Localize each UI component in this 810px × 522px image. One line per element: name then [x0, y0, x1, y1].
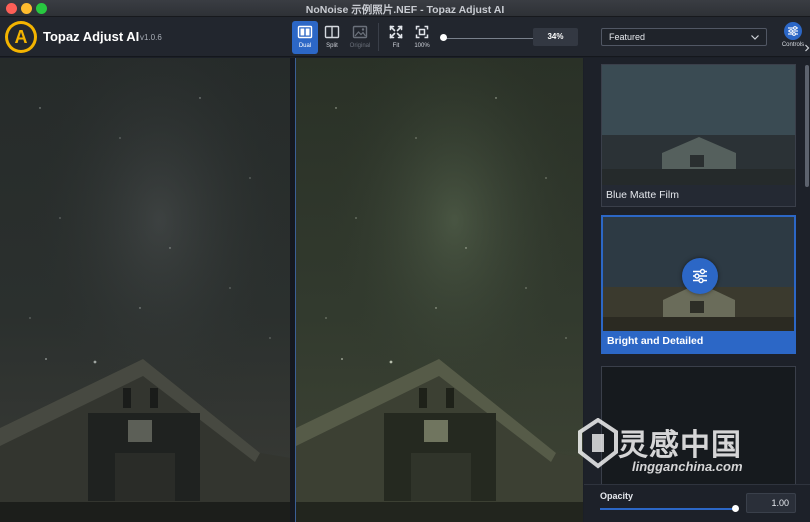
- split-view-button[interactable]: Split: [319, 21, 345, 54]
- zoom-value-field[interactable]: 34%: [533, 28, 578, 46]
- opacity-slider-track[interactable]: [600, 508, 736, 510]
- app-name: Topaz Adjust AI: [43, 29, 140, 44]
- dual-view-icon: [297, 25, 313, 39]
- opacity-label: Opacity: [600, 491, 634, 501]
- preset-thumbnail: [602, 65, 795, 185]
- fit-label: Fit: [392, 43, 400, 49]
- watermark: 灵感中国 lingganchina.com: [574, 414, 784, 484]
- topaz-logo-icon: A: [5, 21, 37, 53]
- preset-card-bright-and-detailed[interactable]: Bright and Detailed: [601, 215, 796, 354]
- sidebar-scrollbar[interactable]: [805, 65, 809, 187]
- watermark-text: 灵感中国: [618, 429, 742, 462]
- adjust-preset-icon[interactable]: [682, 258, 718, 294]
- dual-view-label: Dual: [298, 43, 312, 49]
- zoom-slider-handle[interactable]: [440, 34, 447, 41]
- preset-label: Blue Matte Film: [606, 189, 679, 201]
- original-view-icon: [352, 25, 368, 39]
- original-image-pane[interactable]: [0, 58, 290, 522]
- preset-thumbnail: [603, 217, 794, 331]
- zoom-slider-track[interactable]: [445, 38, 535, 39]
- chevron-down-icon: [751, 35, 759, 40]
- preset-label: Bright and Detailed: [603, 331, 794, 352]
- controls-label: Controls: [781, 42, 805, 48]
- toolbar-separator: [378, 23, 379, 51]
- preset-card-blue-matte-film[interactable]: Blue Matte Film: [601, 64, 796, 207]
- actual-size-label: 100%: [414, 43, 430, 49]
- barn-night-photo: [0, 58, 290, 522]
- preset-category-select[interactable]: Featured: [601, 28, 767, 46]
- dual-view-button[interactable]: Dual: [292, 21, 318, 54]
- fit-button[interactable]: Fit: [383, 21, 409, 54]
- chevron-right-icon: [805, 44, 810, 52]
- preset-category-value: Featured: [609, 32, 646, 42]
- opacity-value-field[interactable]: 1.00: [746, 493, 796, 513]
- actual-size-button[interactable]: 100%: [409, 21, 435, 54]
- logo-letter: A: [8, 24, 34, 50]
- watermark-url: lingganchina.com: [632, 459, 743, 474]
- app-header: A Topaz Adjust AI v1.0.6 Dual Split Orig…: [0, 17, 810, 57]
- app-version: v1.0.6: [140, 33, 162, 42]
- original-view-button[interactable]: Original: [347, 21, 373, 54]
- processed-image-pane[interactable]: [295, 58, 583, 522]
- watermark-logo-icon: [578, 418, 618, 469]
- opacity-slider-handle[interactable]: [732, 505, 739, 512]
- actual-size-icon: [415, 25, 429, 39]
- opacity-control: Opacity 1.00: [584, 484, 810, 522]
- sliders-icon: [784, 22, 802, 40]
- fit-screen-icon: [389, 25, 403, 39]
- original-view-label: Original: [349, 43, 371, 49]
- controls-button[interactable]: Controls: [777, 22, 810, 52]
- split-view-label: Split: [326, 43, 338, 49]
- window-titlebar: NoNoise 示例照片.NEF - Topaz Adjust AI: [0, 0, 810, 17]
- barn-night-photo-processed: [296, 58, 583, 522]
- split-view-icon: [324, 25, 340, 39]
- window-title: NoNoise 示例照片.NEF - Topaz Adjust AI: [305, 4, 505, 16]
